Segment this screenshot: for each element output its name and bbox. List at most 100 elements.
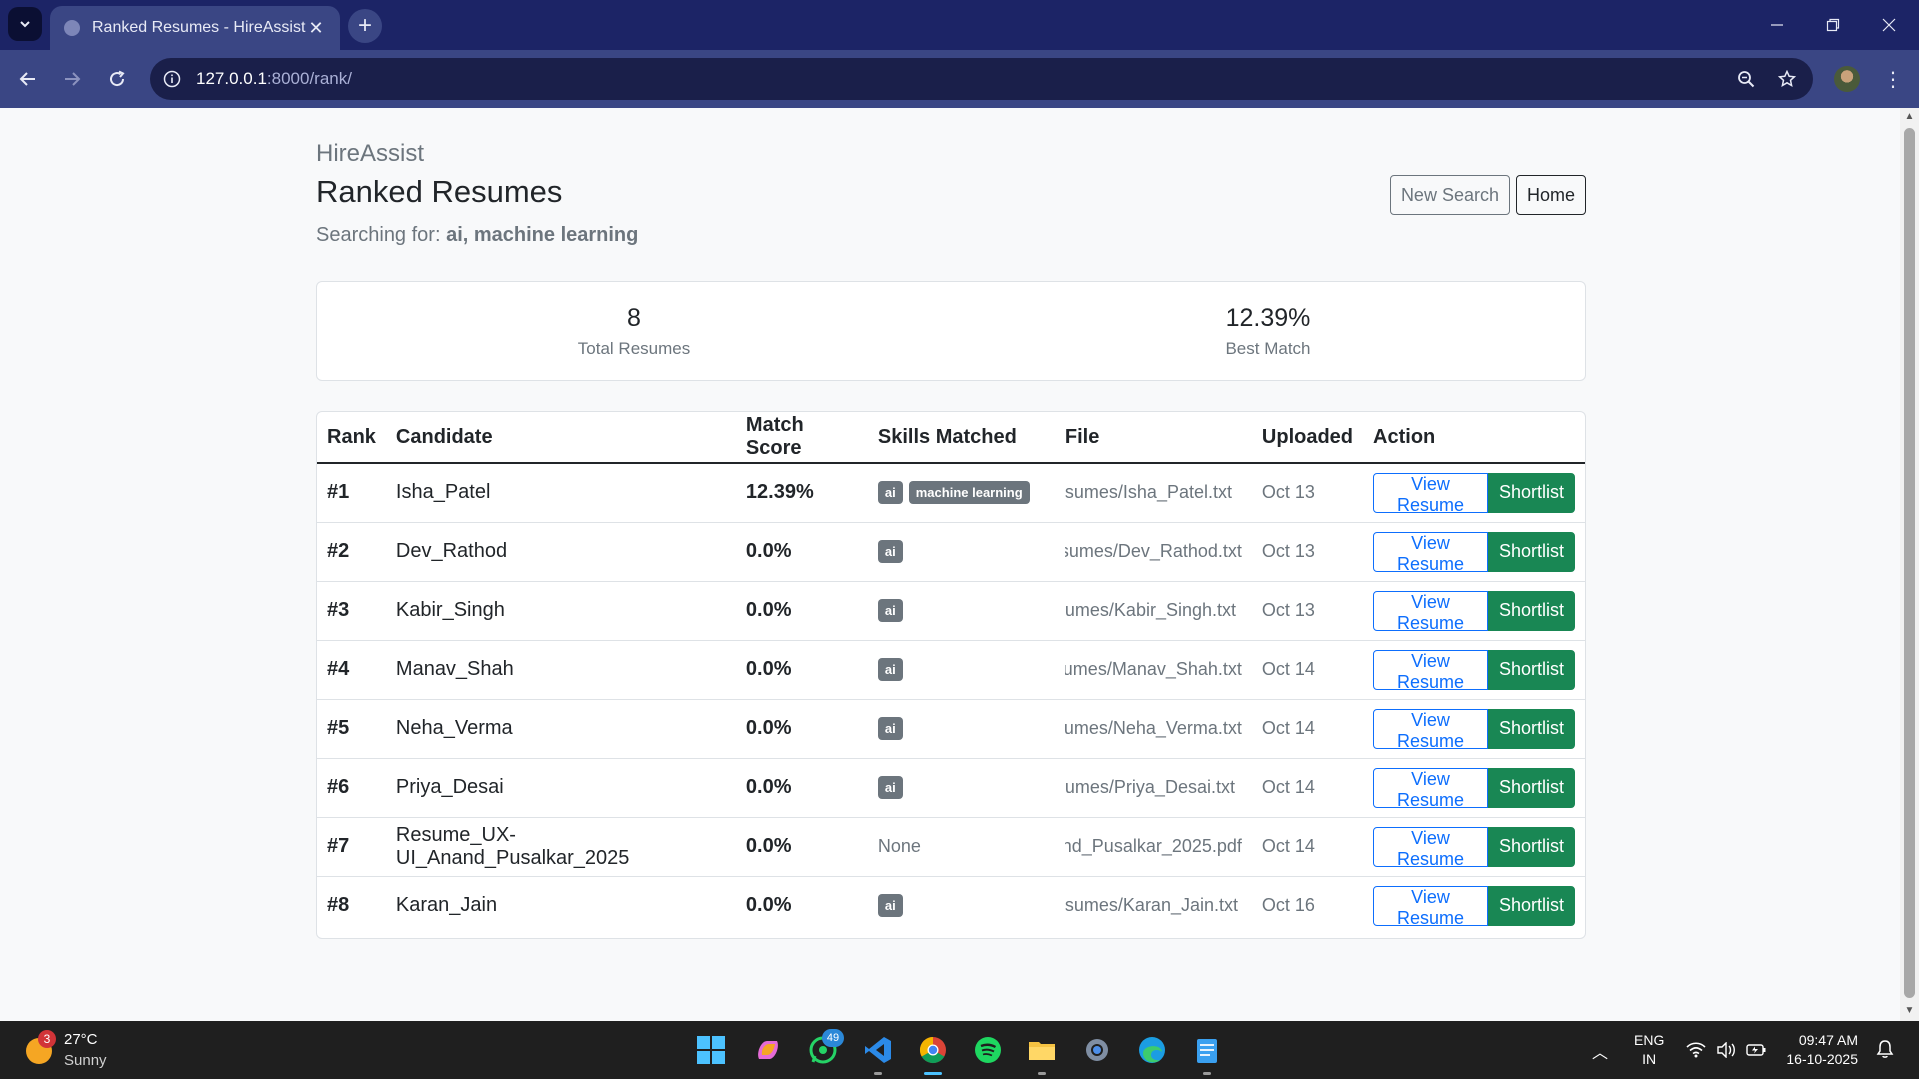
zoom-icon[interactable] (1728, 58, 1764, 100)
notification-bell-icon[interactable] (1876, 1039, 1894, 1064)
url-path: :8000/rank/ (266, 69, 352, 88)
view-resume-button[interactable]: View Resume (1373, 472, 1488, 515)
chrome-app[interactable] (916, 1033, 950, 1067)
restore-button[interactable] (1805, 0, 1861, 50)
file-cell: umes/Priya_Desai.txt (1054, 758, 1252, 818)
close-icon (1882, 18, 1896, 32)
shortlist-button[interactable]: Shortlist (1487, 826, 1575, 867)
home-button[interactable]: Home (1515, 175, 1586, 215)
reload-button[interactable] (99, 61, 135, 97)
stats-card: 8 Total Resumes 12.39% Best Match (316, 281, 1586, 381)
view-resume-button[interactable]: View Resume (1373, 826, 1488, 869)
skills-cell: ai machine learning (867, 463, 1055, 523)
action-cell: View Resume Shortlist (1363, 522, 1585, 582)
uploaded-cell: Oct 13 (1251, 522, 1364, 582)
match-score-cell: 0.0% (735, 522, 868, 582)
file-path: sumes/Isha_Patel.txt (1064, 482, 1232, 503)
battery-icon[interactable] (1745, 1039, 1767, 1061)
page-title: Ranked Resumes (316, 174, 563, 209)
uploaded-cell: Oct 13 (1251, 463, 1364, 523)
candidate-cell: Manav_Shah (385, 640, 736, 700)
volume-icon[interactable] (1715, 1039, 1737, 1061)
stat-total-value: 8 (627, 303, 641, 332)
notepad-running-indicator (1203, 1072, 1211, 1075)
system-clock[interactable]: 09:47 AM 16-10-2025 (1776, 1031, 1858, 1069)
view-resume-button[interactable]: View Resume (1373, 885, 1488, 928)
view-resume-button[interactable]: View Resume (1373, 767, 1488, 810)
action-button-group: View Resume Shortlist (1373, 590, 1575, 633)
clock-time: 09:47 AM (1798, 1032, 1858, 1048)
vscode-app[interactable] (861, 1033, 895, 1067)
wifi-icon[interactable] (1685, 1039, 1707, 1061)
view-resume-button[interactable]: View Resume (1373, 590, 1488, 633)
header-uploaded: Uploaded (1251, 412, 1364, 464)
match-score-cell: 12.39% (735, 463, 868, 523)
page-scrollbar[interactable]: ▲ ▼ (1900, 108, 1919, 1021)
table-row: #4 Manav_Shah 0.0% ai sumes/Manav_Shah.txt Oc… (317, 640, 1585, 700)
notepad-app[interactable] (1190, 1033, 1224, 1067)
browser-menu-icon[interactable]: ⋮ (1880, 66, 1906, 92)
address-bar[interactable]: 127.0.0.1:8000/rank/ (150, 58, 1813, 100)
header-match-score: Match Score (735, 412, 868, 464)
view-resume-button[interactable]: View Resume (1373, 531, 1488, 574)
new-search-button[interactable]: New Search (1389, 175, 1510, 215)
back-button[interactable] (10, 61, 46, 97)
edge-app[interactable] (1135, 1033, 1169, 1067)
edge-icon (1139, 1037, 1165, 1063)
view-resume-button[interactable]: View Resume (1373, 649, 1488, 692)
rank-cell: #5 (317, 699, 386, 759)
file-explorer-app[interactable] (1025, 1033, 1059, 1067)
site-info-icon[interactable] (162, 69, 182, 89)
table-row: #2 Dev_Rathod 0.0% ai sumes/Dev_Rathod.txt Oc… (317, 522, 1585, 582)
scroll-up-icon[interactable]: ▲ (1904, 112, 1915, 122)
table-row: #1 Isha_Patel 12.39% ai machine learning sume… (317, 463, 1585, 523)
start-button[interactable] (694, 1033, 728, 1067)
action-cell: View Resume Shortlist (1363, 581, 1585, 641)
minimize-button[interactable] (1749, 0, 1805, 50)
results-table-card: Rank Candidate Match Score Skills Matche… (316, 411, 1586, 939)
shortlist-button[interactable]: Shortlist (1487, 708, 1575, 749)
spotify-app[interactable] (971, 1033, 1005, 1067)
close-window-button[interactable] (1861, 0, 1917, 50)
profile-avatar[interactable] (1834, 66, 1860, 92)
url-host: 127.0.0.1 (196, 69, 267, 88)
view-resume-button[interactable]: View Resume (1373, 708, 1488, 751)
table-row: #6 Priya_Desai 0.0% ai umes/Priya_Desai.txt O… (317, 758, 1585, 818)
scroll-down-icon[interactable]: ▼ (1904, 1006, 1915, 1016)
bookmark-star-icon[interactable] (1769, 58, 1805, 100)
shortlist-button[interactable]: Shortlist (1487, 649, 1575, 690)
taskbar: 3 27°C Sunny 49 ︿ ENG IN 09:47 AM 16-10-… (0, 1021, 1919, 1079)
shortlist-button[interactable]: Shortlist (1487, 885, 1575, 926)
restore-icon (1826, 18, 1840, 32)
windows-logo-icon (697, 1036, 725, 1064)
copilot-app[interactable] (751, 1033, 785, 1067)
shortlist-button[interactable]: Shortlist (1487, 767, 1575, 808)
file-cell: sumes/Neha_Verma.txt (1054, 699, 1252, 759)
new-tab-button[interactable]: + (348, 9, 382, 43)
tab-favicon-icon (64, 20, 80, 36)
shortlist-button[interactable]: Shortlist (1487, 531, 1575, 572)
match-score-cell: 0.0% (735, 699, 868, 759)
tab-search-button[interactable] (8, 7, 42, 41)
show-hidden-icons-chevron-up-icon[interactable]: ︿ (1592, 1039, 1608, 1063)
forward-button[interactable] (54, 61, 90, 97)
rank-cell: #6 (317, 758, 386, 818)
header-skills-matched: Skills Matched (867, 412, 1055, 464)
file-cell: nd_Pusalkar_2025.pdf (1054, 817, 1252, 877)
browser-tab-active[interactable]: Ranked Resumes - HireAssist ✕ (50, 6, 340, 50)
action-cell: View Resume Shortlist (1363, 699, 1585, 759)
scrollbar-thumb[interactable] (1904, 128, 1915, 998)
search-summary-label: Searching for: (316, 224, 441, 246)
gear-icon (1086, 1039, 1108, 1061)
tab-close-icon[interactable]: ✕ (306, 18, 326, 39)
skill-badge: ai (877, 540, 903, 564)
shortlist-button[interactable]: Shortlist (1487, 590, 1575, 631)
input-language-indicator[interactable]: ENG IN (1634, 1031, 1664, 1069)
uploaded-cell: Oct 14 (1251, 817, 1364, 877)
shortlist-button[interactable]: Shortlist (1487, 472, 1575, 513)
settings-app[interactable] (1080, 1033, 1114, 1067)
weather-description: Sunny (64, 1052, 107, 1069)
copilot-icon (758, 1041, 778, 1059)
action-cell: View Resume Shortlist (1363, 876, 1585, 935)
table-row: #5 Neha_Verma 0.0% ai sumes/Neha_Verma.txt Oc… (317, 699, 1585, 759)
